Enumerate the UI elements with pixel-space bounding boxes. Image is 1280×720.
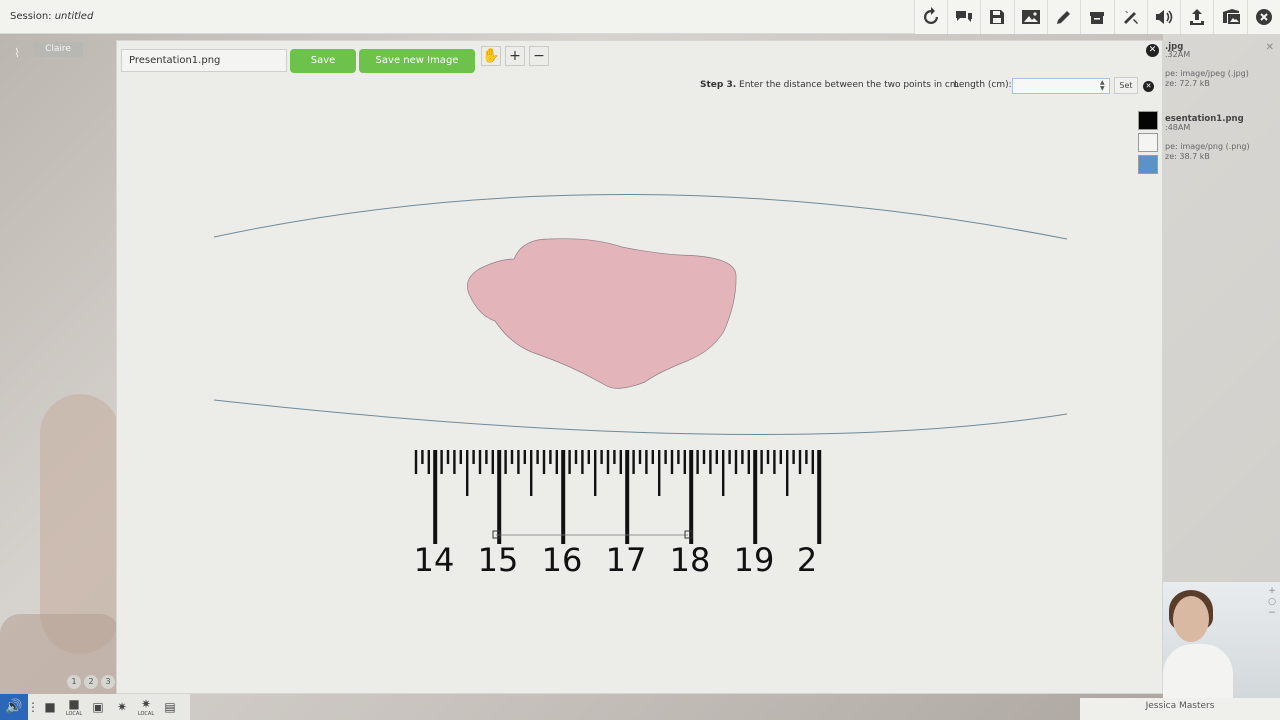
set-button[interactable]: Set — [1114, 77, 1138, 94]
page-chip[interactable]: 2 — [84, 675, 98, 689]
wifi-icon: ⌇ — [14, 46, 20, 60]
top-bar: Session: untitled — [0, 0, 1280, 34]
effects-icon[interactable]: ✷ — [110, 694, 134, 720]
image-editor: 14 15 16 17 18 19 2 Save Save new Image … — [116, 40, 1163, 694]
ruler-label: 2 — [797, 541, 817, 579]
zoom-out-icon[interactable]: − — [529, 46, 549, 66]
panel-close-icon[interactable]: ✕ — [1266, 42, 1274, 53]
files-panel: ✕ .jpg .32AM pe: image/jpeg (.jpg) ze: 7… — [1163, 34, 1280, 582]
chat-icon[interactable] — [947, 0, 981, 34]
color-swatch-white[interactable] — [1138, 133, 1158, 152]
file-name-input[interactable] — [121, 49, 287, 72]
ruler-label: 19 — [734, 541, 775, 579]
file-size: ze: 38.7 kB — [1165, 152, 1210, 161]
page-chip[interactable]: 1 — [67, 675, 81, 689]
measurement-guide-bottom — [213, 399, 1068, 435]
local-label: LOCAL — [137, 711, 155, 717]
volume-icon[interactable]: 🔊 — [0, 694, 28, 720]
length-close-icon[interactable]: ✕ — [1143, 81, 1154, 92]
length-stepper-icon[interactable]: ▲ ▼ — [1100, 80, 1105, 92]
ruler: 14 15 16 17 18 19 2 — [414, 450, 822, 579]
person-body — [1163, 644, 1233, 698]
tools-icon[interactable] — [1113, 0, 1147, 34]
folder-image-icon[interactable] — [1213, 0, 1247, 34]
ruler-label: 14 — [414, 541, 455, 579]
ruler-ticks — [414, 450, 822, 544]
zoom-in-icon[interactable]: + — [505, 46, 525, 66]
participant-name[interactable]: Claire — [33, 42, 83, 57]
person-face — [1173, 596, 1209, 642]
step-instruction: Step 3. Enter the distance between the t… — [700, 80, 959, 90]
ruler-label: 16 — [542, 541, 583, 579]
wound-shape — [467, 238, 737, 389]
measurement-guide-top — [213, 194, 1068, 240]
local-camera-icon[interactable]: ■ LOCAL — [62, 694, 86, 720]
ruler-label: 17 — [606, 541, 647, 579]
length-input[interactable] — [1012, 78, 1110, 94]
video-participant-name: Jessica Masters — [1080, 698, 1280, 720]
image-icon[interactable] — [1013, 0, 1047, 34]
local-label: LOCAL — [65, 711, 83, 717]
color-swatch-black[interactable] — [1138, 111, 1158, 130]
media-controls: 🔊 ⋮ ■ ■ LOCAL ▣ ✷ ✷ LOCAL ▤ — [0, 694, 190, 720]
pencil-icon[interactable] — [1046, 0, 1081, 34]
video-tile[interactable]: + ○ − — [1163, 582, 1280, 698]
snapshot-icon[interactable]: ▣ — [86, 694, 110, 720]
step-label: Step 3. — [700, 80, 737, 90]
ruler-label: 18 — [670, 541, 711, 579]
file-time: :48AM — [1165, 123, 1191, 132]
length-label: Length (cm): — [954, 80, 1012, 90]
save-new-image-button[interactable]: Save new Image — [359, 49, 475, 73]
save-button[interactable]: Save — [290, 49, 356, 73]
save-icon[interactable] — [980, 0, 1014, 34]
editor-close-icon[interactable]: ✕ — [1146, 44, 1159, 57]
tile-controls[interactable]: + ○ − — [1268, 586, 1276, 619]
volume-icon[interactable] — [1146, 0, 1181, 34]
page-selector: 1 2 3 — [67, 675, 115, 689]
file-size: ze: 72.7 kB — [1165, 79, 1210, 88]
session-label: Session: — [10, 11, 52, 22]
pan-hand-icon[interactable]: ✋ — [481, 46, 501, 66]
file-type: pe: image/jpeg (.jpg) — [1165, 69, 1249, 78]
close-icon[interactable] — [1246, 0, 1280, 34]
session-title: Session: untitled — [10, 11, 93, 22]
more-icon[interactable]: ⋮ — [27, 694, 39, 720]
archive-icon[interactable] — [1080, 0, 1114, 34]
refresh-icon[interactable] — [913, 0, 948, 34]
camera-icon[interactable]: ■ — [38, 694, 62, 720]
file-type: pe: image/png (.png) — [1165, 142, 1250, 151]
step-text: Enter the distance between the two point… — [736, 80, 959, 90]
page-chip[interactable]: 3 — [101, 675, 115, 689]
color-swatch-blue[interactable] — [1138, 155, 1158, 174]
toolbar — [913, 0, 1280, 34]
image-canvas[interactable]: 14 15 16 17 18 19 2 — [117, 41, 1164, 695]
upload-icon[interactable] — [1180, 0, 1214, 34]
ruler-label: 15 — [478, 541, 519, 579]
session-name: untitled — [54, 11, 94, 22]
local-effects-icon[interactable]: ✷ LOCAL — [134, 694, 158, 720]
file-time: .32AM — [1165, 50, 1191, 59]
grid-icon[interactable]: ▤ — [158, 694, 182, 720]
